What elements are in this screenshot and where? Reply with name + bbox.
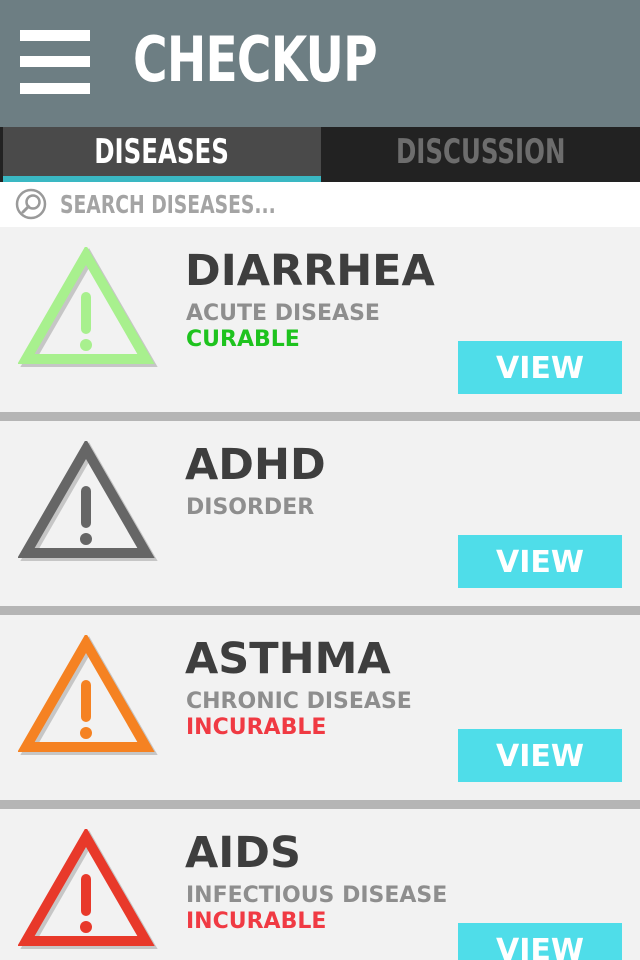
disease-name: ADHD — [185, 440, 326, 490]
warning-triangle-icon — [18, 635, 158, 755]
tab-bar: DISEASES DISCUSSION — [0, 127, 640, 182]
disease-type: INFECTIOUS DISEASE — [186, 883, 448, 908]
disease-type: ACUTE DISEASE — [186, 301, 380, 326]
search-input[interactable] — [60, 185, 480, 223]
search-icon[interactable] — [15, 188, 47, 220]
disease-type: CHRONIC DISEASE — [186, 689, 412, 714]
view-button[interactable]: VIEW — [458, 341, 622, 394]
warning-triangle-icon — [18, 829, 158, 949]
disease-type: DISORDER — [186, 495, 315, 520]
disease-name: AIDS — [185, 828, 301, 878]
app-screen: CHECKUP DISEASES DISCUSSION SEARCH DISEA… — [0, 0, 640, 960]
app-title: CHECKUP — [133, 23, 378, 96]
tab-diseases-label: DISEASES — [94, 132, 230, 172]
disease-name: ASTHMA — [185, 634, 391, 684]
view-button[interactable]: VIEW — [458, 535, 622, 588]
disease-card: ADHD DISORDER VIEW — [0, 421, 640, 606]
search-bar — [0, 182, 640, 227]
warning-triangle-icon — [18, 441, 158, 561]
tab-discussion[interactable]: DISCUSSION — [321, 127, 640, 182]
disease-status: INCURABLE — [186, 909, 327, 934]
hamburger-menu-icon[interactable] — [20, 30, 90, 94]
app-header: CHECKUP — [0, 0, 640, 127]
card-divider — [0, 800, 640, 809]
card-divider — [0, 412, 640, 421]
warning-triangle-icon — [18, 247, 158, 367]
card-divider — [0, 606, 640, 615]
disease-card: AIDS INFECTIOUS DISEASE INCURABLE VIEW — [0, 809, 640, 960]
view-button[interactable]: VIEW — [458, 729, 622, 782]
disease-name: DIARRHEA — [185, 246, 435, 296]
tab-diseases[interactable]: DISEASES — [3, 127, 321, 182]
tab-discussion-label: DISCUSSION — [395, 132, 566, 172]
disease-status: CURABLE — [186, 327, 300, 352]
disease-status: INCURABLE — [186, 715, 327, 740]
disease-card: ASTHMA CHRONIC DISEASE INCURABLE VIEW — [0, 615, 640, 800]
disease-card: DIARRHEA ACUTE DISEASE CURABLE VIEW — [0, 227, 640, 412]
view-button[interactable]: VIEW — [458, 923, 622, 960]
disease-list: DIARRHEA ACUTE DISEASE CURABLE VIEW ADHD… — [0, 227, 640, 960]
